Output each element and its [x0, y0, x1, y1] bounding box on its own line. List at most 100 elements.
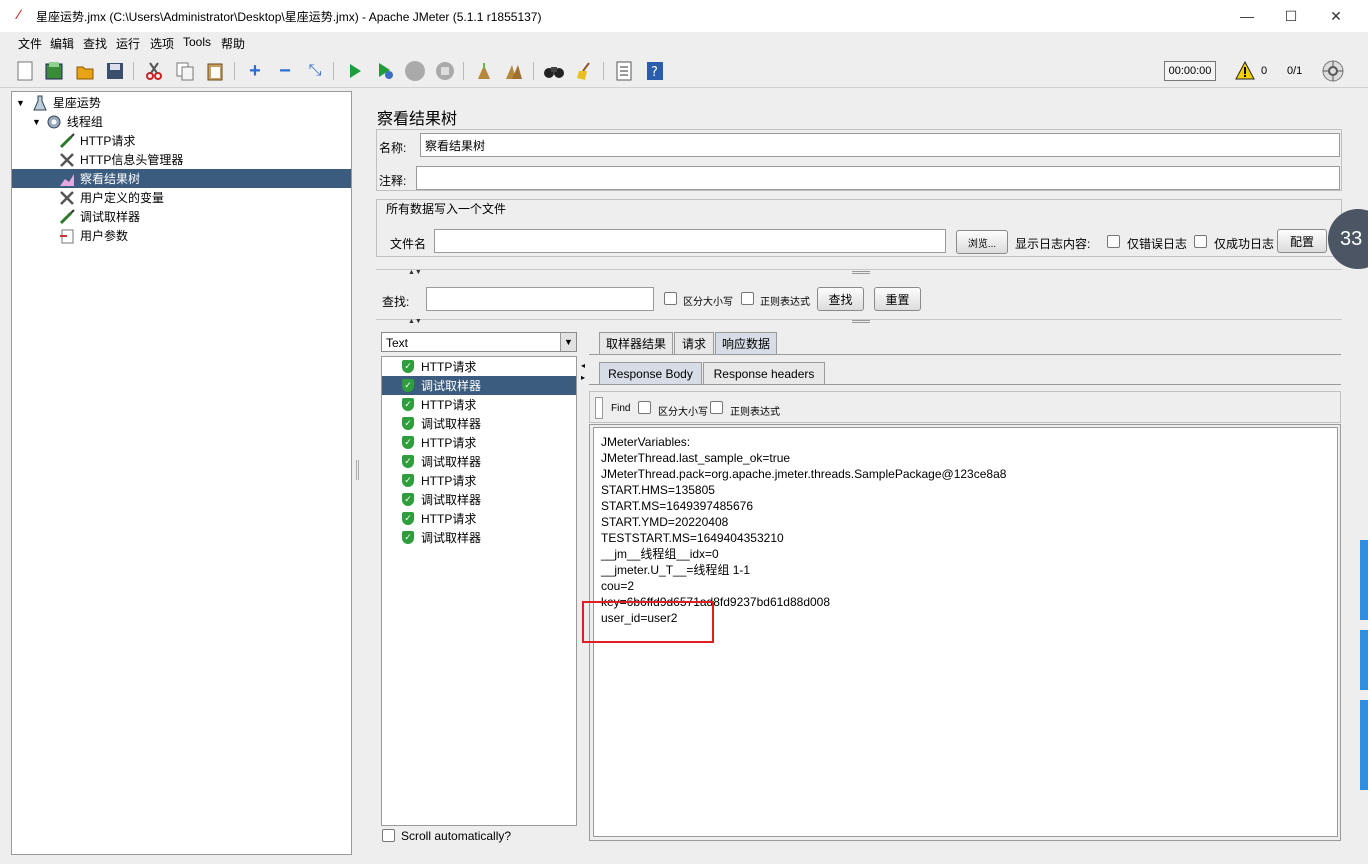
warning-count: 0 — [1261, 65, 1268, 77]
errors-only-label: 仅错误日志 — [1127, 237, 1188, 251]
filename-input[interactable] — [434, 229, 946, 253]
tab-request[interactable]: 请求 — [674, 332, 714, 354]
sampler-pipette-icon — [58, 208, 76, 225]
tab-response-headers[interactable]: Response headers — [703, 362, 825, 384]
list-item[interactable]: ✓ 调试取样器 — [382, 490, 576, 509]
list-item[interactable]: ✓ HTTP请求 — [382, 471, 576, 490]
menu-search[interactable]: 查找 — [83, 35, 107, 52]
tab-response-data[interactable]: 响应数据 — [715, 332, 777, 354]
function-helper-icon[interactable] — [613, 60, 635, 82]
new-icon[interactable] — [14, 60, 36, 82]
open-icon[interactable] — [74, 60, 96, 82]
browse-button[interactable]: 浏览... — [956, 230, 1008, 254]
divider — [376, 269, 1342, 270]
menu-tools[interactable]: Tools — [183, 35, 211, 49]
highlight-box — [582, 601, 714, 643]
search-label: 查找: — [382, 295, 410, 309]
collapse-all-icon[interactable]: − — [274, 60, 296, 82]
copy-icon[interactable] — [174, 60, 196, 82]
menu-bar: 文件 编辑 查找 运行 选项 Tools 帮助 — [0, 32, 1368, 54]
find-button[interactable]: 查找 — [817, 287, 864, 311]
cut-icon[interactable] — [143, 60, 165, 82]
search-input[interactable] — [426, 287, 654, 311]
case-sensitive-checkbox[interactable] — [664, 292, 677, 305]
menu-help[interactable]: 帮助 — [221, 35, 245, 52]
toggle-icon[interactable]: ⤡ — [304, 60, 326, 82]
tree-item-user-defined-vars[interactable]: 用户定义的变量 — [58, 188, 348, 207]
reset-search-broom-icon[interactable] — [574, 60, 596, 82]
comment-field[interactable] — [416, 166, 1340, 190]
menu-run[interactable]: 运行 — [116, 35, 140, 52]
collapse-arrow-icon[interactable]: ▼ — [16, 98, 25, 108]
renderer-select[interactable]: Text ▼ — [381, 332, 577, 352]
minimize-button[interactable]: — — [1224, 0, 1270, 32]
find-case-checkbox[interactable] — [638, 401, 651, 414]
tree-thread-group[interactable]: ▼ 线程组 — [32, 112, 346, 131]
config-tools-icon — [58, 152, 76, 168]
regex-checkbox[interactable] — [741, 292, 754, 305]
shutdown-icon[interactable] — [434, 60, 456, 82]
clear-all-icon[interactable] — [503, 60, 525, 82]
chevron-down-icon[interactable]: ▼ — [560, 333, 576, 351]
thread-group-gear-icon — [45, 114, 63, 130]
list-item[interactable]: ✓ 调试取样器 — [382, 376, 576, 395]
help-icon[interactable]: ? — [644, 60, 666, 82]
list-item[interactable]: ✓ 调试取样器 — [382, 414, 576, 433]
success-shield-icon: ✓ — [402, 455, 414, 468]
comment-label: 注释: — [379, 174, 407, 188]
menu-edit[interactable]: 编辑 — [50, 35, 74, 52]
maximize-button[interactable]: ☐ — [1268, 0, 1314, 32]
configure-button[interactable]: 配置 — [1277, 229, 1327, 253]
success-shield-icon: ✓ — [402, 493, 414, 506]
expand-all-icon[interactable]: + — [244, 60, 266, 82]
split-arrows-icon[interactable]: ▲▼ — [408, 269, 422, 276]
find-case-label: 区分大小写 — [658, 407, 708, 418]
stop-icon[interactable] — [404, 60, 426, 82]
tree-item-debug-sampler[interactable]: 调试取样器 — [58, 207, 348, 226]
start-icon[interactable] — [344, 60, 366, 82]
tab-sampler-result[interactable]: 取样器结果 — [599, 332, 673, 354]
expand-right-icon[interactable]: ▸ — [581, 373, 585, 382]
save-icon[interactable] — [104, 60, 126, 82]
tree-item-http-request[interactable]: HTTP请求 — [58, 131, 348, 150]
success-only-checkbox[interactable] — [1194, 235, 1207, 248]
list-item[interactable]: ✓ HTTP请求 — [382, 357, 576, 376]
scroll-auto-checkbox[interactable] — [382, 829, 395, 842]
errors-only-checkbox[interactable] — [1107, 235, 1120, 248]
response-line: JMeterThread.last_sample_ok=true — [601, 451, 791, 465]
close-button[interactable]: ✕ — [1313, 0, 1359, 32]
warning-icon[interactable] — [1235, 60, 1255, 83]
list-item[interactable]: ✓ HTTP请求 — [382, 395, 576, 414]
active-threads: 0/1 — [1287, 65, 1303, 77]
list-item[interactable]: ✓ HTTP请求 — [382, 433, 576, 452]
find-regex-checkbox[interactable] — [710, 401, 723, 414]
write-to-file-title: 所有数据写入一个文件 — [384, 200, 509, 217]
find-input[interactable] — [595, 397, 603, 419]
list-item[interactable]: ✓ HTTP请求 — [382, 509, 576, 528]
name-field[interactable] — [420, 133, 1340, 157]
search-binoculars-icon[interactable] — [543, 60, 565, 82]
tree-root[interactable]: ▼ 星座运势 — [16, 93, 346, 112]
split-arrows-icon[interactable]: ▲▼ — [408, 318, 422, 325]
svg-text:?: ? — [651, 65, 658, 80]
horizontal-splitter[interactable] — [852, 271, 870, 274]
menu-file[interactable]: 文件 — [18, 35, 42, 52]
horizontal-splitter[interactable] — [852, 320, 870, 323]
tree-item-view-results-tree[interactable]: 察看结果树 — [12, 169, 351, 188]
menu-options[interactable]: 选项 — [150, 35, 174, 52]
list-item[interactable]: ✓ 调试取样器 — [382, 528, 576, 547]
tree-item-header-manager[interactable]: HTTP信息头管理器 — [58, 150, 348, 169]
tree-item-user-parameters[interactable]: 用户参数 — [58, 226, 348, 245]
response-line: JMeterVariables: — [601, 435, 691, 449]
collapse-arrow-icon[interactable]: ▼ — [32, 117, 41, 127]
tab-response-body[interactable]: Response Body — [599, 362, 702, 384]
templates-icon[interactable] — [43, 60, 65, 82]
success-shield-icon: ✓ — [402, 398, 414, 411]
paste-icon[interactable] — [204, 60, 226, 82]
clear-icon[interactable] — [473, 60, 495, 82]
list-item[interactable]: ✓ 调试取样器 — [382, 452, 576, 471]
reset-button[interactable]: 重置 — [874, 287, 921, 311]
collapse-left-icon[interactable]: ◂ — [581, 361, 585, 370]
start-no-pauses-icon[interactable] — [374, 60, 396, 82]
vertical-splitter[interactable] — [356, 460, 359, 480]
